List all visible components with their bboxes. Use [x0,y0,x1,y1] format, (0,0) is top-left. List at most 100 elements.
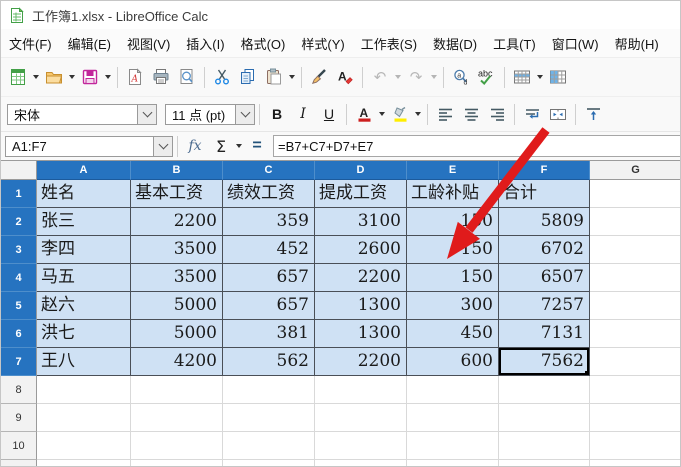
paste-button[interactable] [262,64,286,90]
cell-B8[interactable] [131,376,223,404]
select-all-corner[interactable] [1,161,37,180]
wrap-text-button[interactable] [520,101,544,127]
cell-D1[interactable]: 提成工资 [315,180,407,208]
cell-D4[interactable]: 2200 [315,264,407,292]
italic-button[interactable]: I [291,101,315,127]
cell-E2[interactable]: 150 [407,208,499,236]
cell-D8[interactable] [315,376,407,404]
formula-input[interactable] [273,135,680,157]
new-document-dropdown[interactable] [33,75,39,79]
cell-F8[interactable] [499,376,590,404]
print-button[interactable] [149,64,173,90]
font-color-button[interactable]: A [352,101,376,127]
cell-E9[interactable] [407,404,499,432]
open-dropdown[interactable] [69,75,75,79]
menu-file[interactable]: 文件(F) [1,30,60,57]
cell-B3[interactable]: 3500 [131,236,223,264]
cell-D6[interactable]: 1300 [315,320,407,348]
cell-B1[interactable]: 基本工资 [131,180,223,208]
clear-formatting-button[interactable]: A [333,64,357,90]
align-right-button[interactable] [485,101,509,127]
menu-format[interactable]: 格式(O) [233,30,294,57]
align-top-button[interactable] [581,101,605,127]
cell-G9[interactable] [590,404,680,432]
cell-E10[interactable] [407,432,499,460]
cell-F5[interactable]: 7257 [499,292,590,320]
cell-F10[interactable] [499,432,590,460]
cell-F3[interactable]: 6702 [499,236,590,264]
cell-F11[interactable] [499,460,590,467]
cell-E3[interactable]: 150 [407,236,499,264]
cell-A8[interactable] [37,376,131,404]
cell-F2[interactable]: 5809 [499,208,590,236]
cell-B7[interactable]: 4200 [131,348,223,376]
row-header-11[interactable]: 11 [1,460,37,467]
sum-button[interactable]: Σ [209,133,233,159]
redo-button[interactable]: ↷ [404,64,428,90]
cell-E5[interactable]: 300 [407,292,499,320]
cell-A9[interactable] [37,404,131,432]
row-header-2[interactable]: 2 [1,208,37,236]
menu-data[interactable]: 数据(D) [425,30,485,57]
cell-E1[interactable]: 工龄补贴 [407,180,499,208]
row-header-9[interactable]: 9 [1,404,37,432]
save-dropdown[interactable] [105,75,111,79]
cell-C2[interactable]: 359 [223,208,315,236]
row-header-7[interactable]: 7 [1,348,37,376]
undo-button[interactable]: ↶ [368,64,392,90]
cell-D3[interactable]: 2600 [315,236,407,264]
cut-button[interactable] [210,64,234,90]
cell-A1[interactable]: 姓名 [37,180,131,208]
cell-G11[interactable] [590,460,680,467]
export-pdf-button[interactable]: A [123,64,147,90]
paste-dropdown[interactable] [289,75,295,79]
highlight-color-button[interactable] [388,101,412,127]
cell-G10[interactable] [590,432,680,460]
cell-C9[interactable] [223,404,315,432]
menu-help[interactable]: 帮助(H) [607,30,667,57]
menu-view[interactable]: 视图(V) [119,30,178,57]
menu-sheet[interactable]: 工作表(S) [353,30,425,57]
cell-G2[interactable] [590,208,680,236]
cell-E6[interactable]: 450 [407,320,499,348]
underline-button[interactable]: U [317,101,341,127]
cell-D2[interactable]: 3100 [315,208,407,236]
align-center-button[interactable] [459,101,483,127]
undo-dropdown[interactable] [395,75,401,79]
menu-window[interactable]: 窗口(W) [544,30,607,57]
cell-C10[interactable] [223,432,315,460]
cell-A11[interactable] [37,460,131,467]
clone-formatting-button[interactable] [307,64,331,90]
copy-button[interactable] [236,64,260,90]
cell-E4[interactable]: 150 [407,264,499,292]
cell-A3[interactable]: 李四 [37,236,131,264]
column-header-B[interactable]: B [131,161,223,180]
cell-B2[interactable]: 2200 [131,208,223,236]
insert-rows-button[interactable] [510,64,534,90]
cell-C3[interactable]: 452 [223,236,315,264]
name-box-dropdown[interactable] [153,137,172,156]
row-header-10[interactable]: 10 [1,432,37,460]
insert-rows-dropdown[interactable] [537,75,543,79]
fill-handle[interactable] [585,371,590,376]
cell-G1[interactable] [590,180,680,208]
cell-F1[interactable]: 合计 [499,180,590,208]
cell-C11[interactable] [223,460,315,467]
bold-button[interactable]: B [265,101,289,127]
cell-B10[interactable] [131,432,223,460]
cell-B5[interactable]: 5000 [131,292,223,320]
cell-G5[interactable] [590,292,680,320]
align-left-button[interactable] [433,101,457,127]
cell-B11[interactable] [131,460,223,467]
cell-G6[interactable] [590,320,680,348]
cell-G4[interactable] [590,264,680,292]
column-header-G[interactable]: G [590,161,680,180]
cell-F7[interactable]: 7562 [499,348,590,376]
font-size-dropdown[interactable] [235,105,254,124]
column-header-E[interactable]: E [407,161,499,180]
highlight-color-dropdown[interactable] [415,112,421,116]
row-header-1[interactable]: 1 [1,180,37,208]
cell-C7[interactable]: 562 [223,348,315,376]
sum-dropdown[interactable] [236,144,242,148]
cell-C1[interactable]: 绩效工资 [223,180,315,208]
